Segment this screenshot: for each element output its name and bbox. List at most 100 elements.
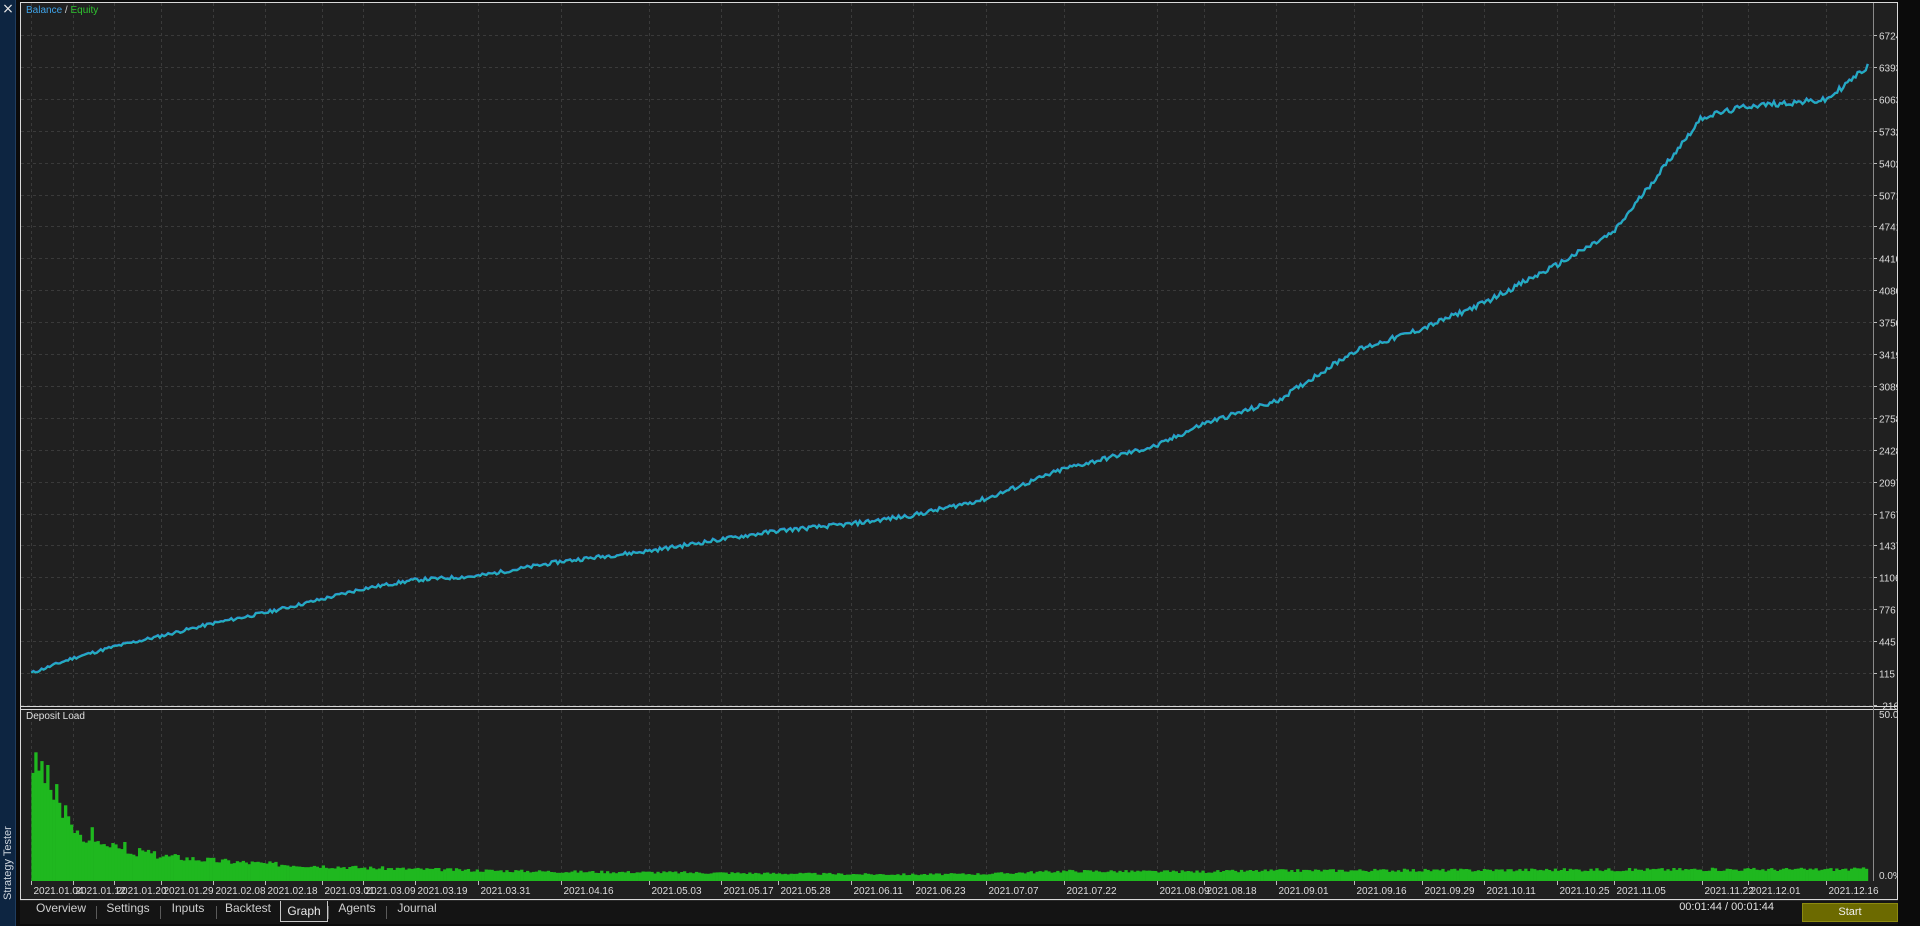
deposit-load-bar [1533,869,1537,881]
deposit-load-bar [259,862,263,881]
tab-settings[interactable]: Settings [96,901,160,923]
deposit-load-bar [546,870,551,881]
deposit-load-bar [623,872,628,881]
deposit-load-bar [1784,868,1789,881]
deposit-load-bar [1127,872,1131,881]
deposit-load-bar [869,874,873,881]
deposit-load-bar [754,872,758,881]
side-dock-strip: × Strategy Tester [0,0,16,926]
y-tick-label: 1106 [1879,574,1897,585]
deposit-load-bar [860,874,864,881]
deposit-load-bar [1219,872,1223,881]
deposit-load-bar [1340,869,1344,881]
deposit-load-bar [1242,871,1247,881]
y-tick-label: 445 [1879,638,1896,649]
deposit-load-bar [1589,868,1593,881]
tab-journal[interactable]: Journal [386,901,448,923]
deposit-load-bar [662,871,666,881]
deposit-load-bar [1553,868,1558,881]
deposit-load-bar [958,873,962,881]
deposit-load-bar [244,862,248,881]
tab-graph[interactable]: Graph [280,901,328,922]
y-tick-label: 2097 [1879,479,1897,490]
deposit-load-bar [997,872,1001,881]
deposit-load-bar [523,872,527,881]
deposit-load-bar [1858,868,1863,881]
deposit-load-bar [1346,871,1350,881]
deposit-load-bar [1325,869,1330,881]
tab-agents[interactable]: Agents [328,901,386,923]
deposit-load-bar [771,872,776,881]
deposit-load-bar [1165,870,1170,881]
deposit-load-bar [561,872,565,881]
elapsed-timer: 00:01:44 / 00:01:44 [1679,901,1774,913]
deposit-load-bar [816,874,820,881]
deposit-load-bar [810,873,814,881]
deposit-load-bar [52,799,56,881]
deposit-load-bar [558,872,562,881]
deposit-load-bar [579,870,583,881]
deposit-load-bar [1826,868,1830,881]
legend-balance: Balance [26,5,63,16]
deposit-load-bar [1642,870,1646,881]
deposit-load-bar [1216,870,1220,881]
deposit-load-bar [1693,868,1697,881]
deposit-load-bar [123,842,127,881]
deposit-load-bar [786,874,790,881]
deposit-load-bar [1319,871,1324,881]
deposit-load-bar [306,867,311,881]
deposit-load-bar [339,867,343,881]
deposit-load-bar [49,789,53,881]
deposit-load-bar [493,870,497,881]
tab-inputs[interactable]: Inputs [160,901,216,923]
deposit-load-bar [481,871,485,881]
deposit-load-bar [1393,871,1398,881]
deposit-load-bar [1696,869,1700,881]
deposit-load-bar [1266,871,1270,881]
deposit-load-bar [194,860,198,881]
deposit-load-bar [1524,868,1528,881]
deposit-load-bar [1503,871,1507,881]
start-button[interactable]: Start [1802,903,1898,922]
deposit-load-bar [1731,869,1735,881]
x-tick-label: 2021.03.31 [481,886,531,897]
deposit-load-bar [1373,868,1377,881]
deposit-load-bar [1085,870,1090,881]
deposit-load-bar [321,865,325,881]
deposit-load-bar [84,842,88,881]
deposit-load-bar [526,870,530,881]
deposit-load-bar [517,870,521,881]
deposit-load-bar [1482,869,1487,881]
deposit-load-bar [1734,869,1738,881]
tab-overview[interactable]: Overview [26,901,96,923]
deposit-load-bar [218,862,222,881]
deposit-load-bar [1722,870,1726,881]
deposit-load-bar [665,872,669,881]
deposit-load-bar [478,871,482,881]
deposit-load-bar [1168,871,1173,881]
deposit-load-bar [64,805,68,881]
deposit-load-bar [469,871,474,881]
deposit-load-bar [1624,870,1629,881]
deposit-load-bar [425,868,429,881]
deposit-load-bar [1610,870,1614,881]
deposit-load-bar [1201,870,1205,881]
deposit-load-bar [508,872,512,881]
deposit-load-bar [419,868,423,881]
deposit-load-bar [1079,872,1084,881]
deposit-load-bar [298,866,302,881]
x-tick-label: 2021.07.07 [989,886,1039,897]
tab-backtest[interactable]: Backtest [216,901,280,923]
deposit-load-bar [1473,871,1478,881]
deposit-load-bar [241,860,245,881]
close-icon[interactable]: × [1,1,15,17]
deposit-load-bar [375,869,379,881]
chart-area[interactable]: 6724 6393 6063 5732 5402 5071 4741 4410 4080 3750… [20,2,1898,900]
deposit-load-bar [1678,868,1682,881]
deposit-load-bar [1465,869,1469,881]
deposit-load-bar [1118,870,1122,881]
deposit-load-bar [683,871,687,881]
deposit-load-bar [1225,870,1229,881]
deposit-load-bar [1666,869,1670,881]
deposit-load-bar [857,874,862,881]
